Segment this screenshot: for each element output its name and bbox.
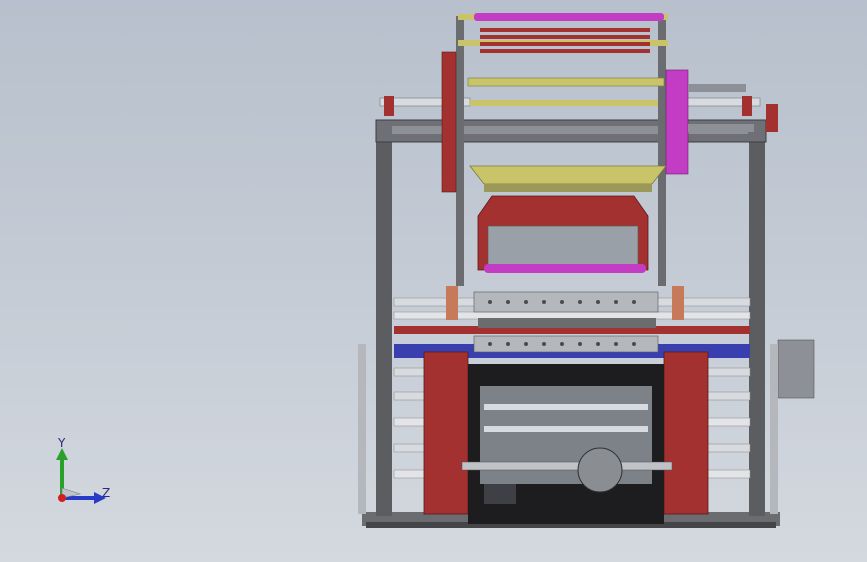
inner-roller-2 bbox=[484, 426, 648, 432]
left-red-side-frame bbox=[423, 351, 469, 515]
cad-viewport[interactable]: Y Z bbox=[0, 0, 867, 562]
motor-box bbox=[484, 484, 516, 504]
inner-roller-1 bbox=[484, 404, 648, 410]
left-outer-rail bbox=[358, 344, 366, 514]
y-axis-label: Y bbox=[58, 436, 66, 450]
tower-right-post bbox=[658, 16, 666, 286]
triad-axes bbox=[56, 448, 106, 504]
right-side-rail bbox=[688, 84, 746, 92]
right-spring bbox=[672, 286, 684, 320]
right-side-rail-2 bbox=[688, 124, 754, 132]
left-red-bracket bbox=[384, 96, 394, 116]
tower-left-post bbox=[456, 16, 464, 286]
right-red-bracket bbox=[742, 96, 752, 116]
right-red-side-frame bbox=[663, 351, 709, 515]
platform-shadow bbox=[484, 184, 652, 192]
right-outer-rail bbox=[770, 344, 778, 514]
right-magenta-bracket-column bbox=[665, 69, 689, 175]
perforated-plate-upper bbox=[473, 291, 659, 313]
bottom-dark-base bbox=[468, 508, 664, 524]
top-magenta-roller bbox=[474, 13, 664, 21]
left-spring bbox=[446, 286, 458, 320]
left-red-vertical-plate bbox=[441, 51, 457, 193]
hood-window bbox=[487, 225, 639, 267]
machine-model-3d-view[interactable] bbox=[0, 0, 867, 562]
drive-shaft bbox=[461, 461, 673, 471]
right-electrical-box bbox=[777, 339, 815, 399]
motor-drum bbox=[577, 447, 623, 493]
left-frame-column bbox=[376, 120, 392, 516]
triad-origin bbox=[58, 494, 66, 502]
yellow-platform bbox=[469, 165, 667, 185]
orientation-triad: Y Z bbox=[40, 436, 130, 516]
perforated-plate-lower bbox=[473, 335, 659, 353]
z-axis-label: Z bbox=[102, 486, 111, 500]
upper-roller-mid bbox=[470, 100, 660, 106]
right-red-cap bbox=[766, 104, 778, 132]
right-frame-column bbox=[749, 120, 765, 516]
tower-yellow-beam bbox=[467, 77, 665, 87]
comb-bar bbox=[478, 318, 656, 328]
magenta-roller-mid bbox=[484, 264, 646, 273]
